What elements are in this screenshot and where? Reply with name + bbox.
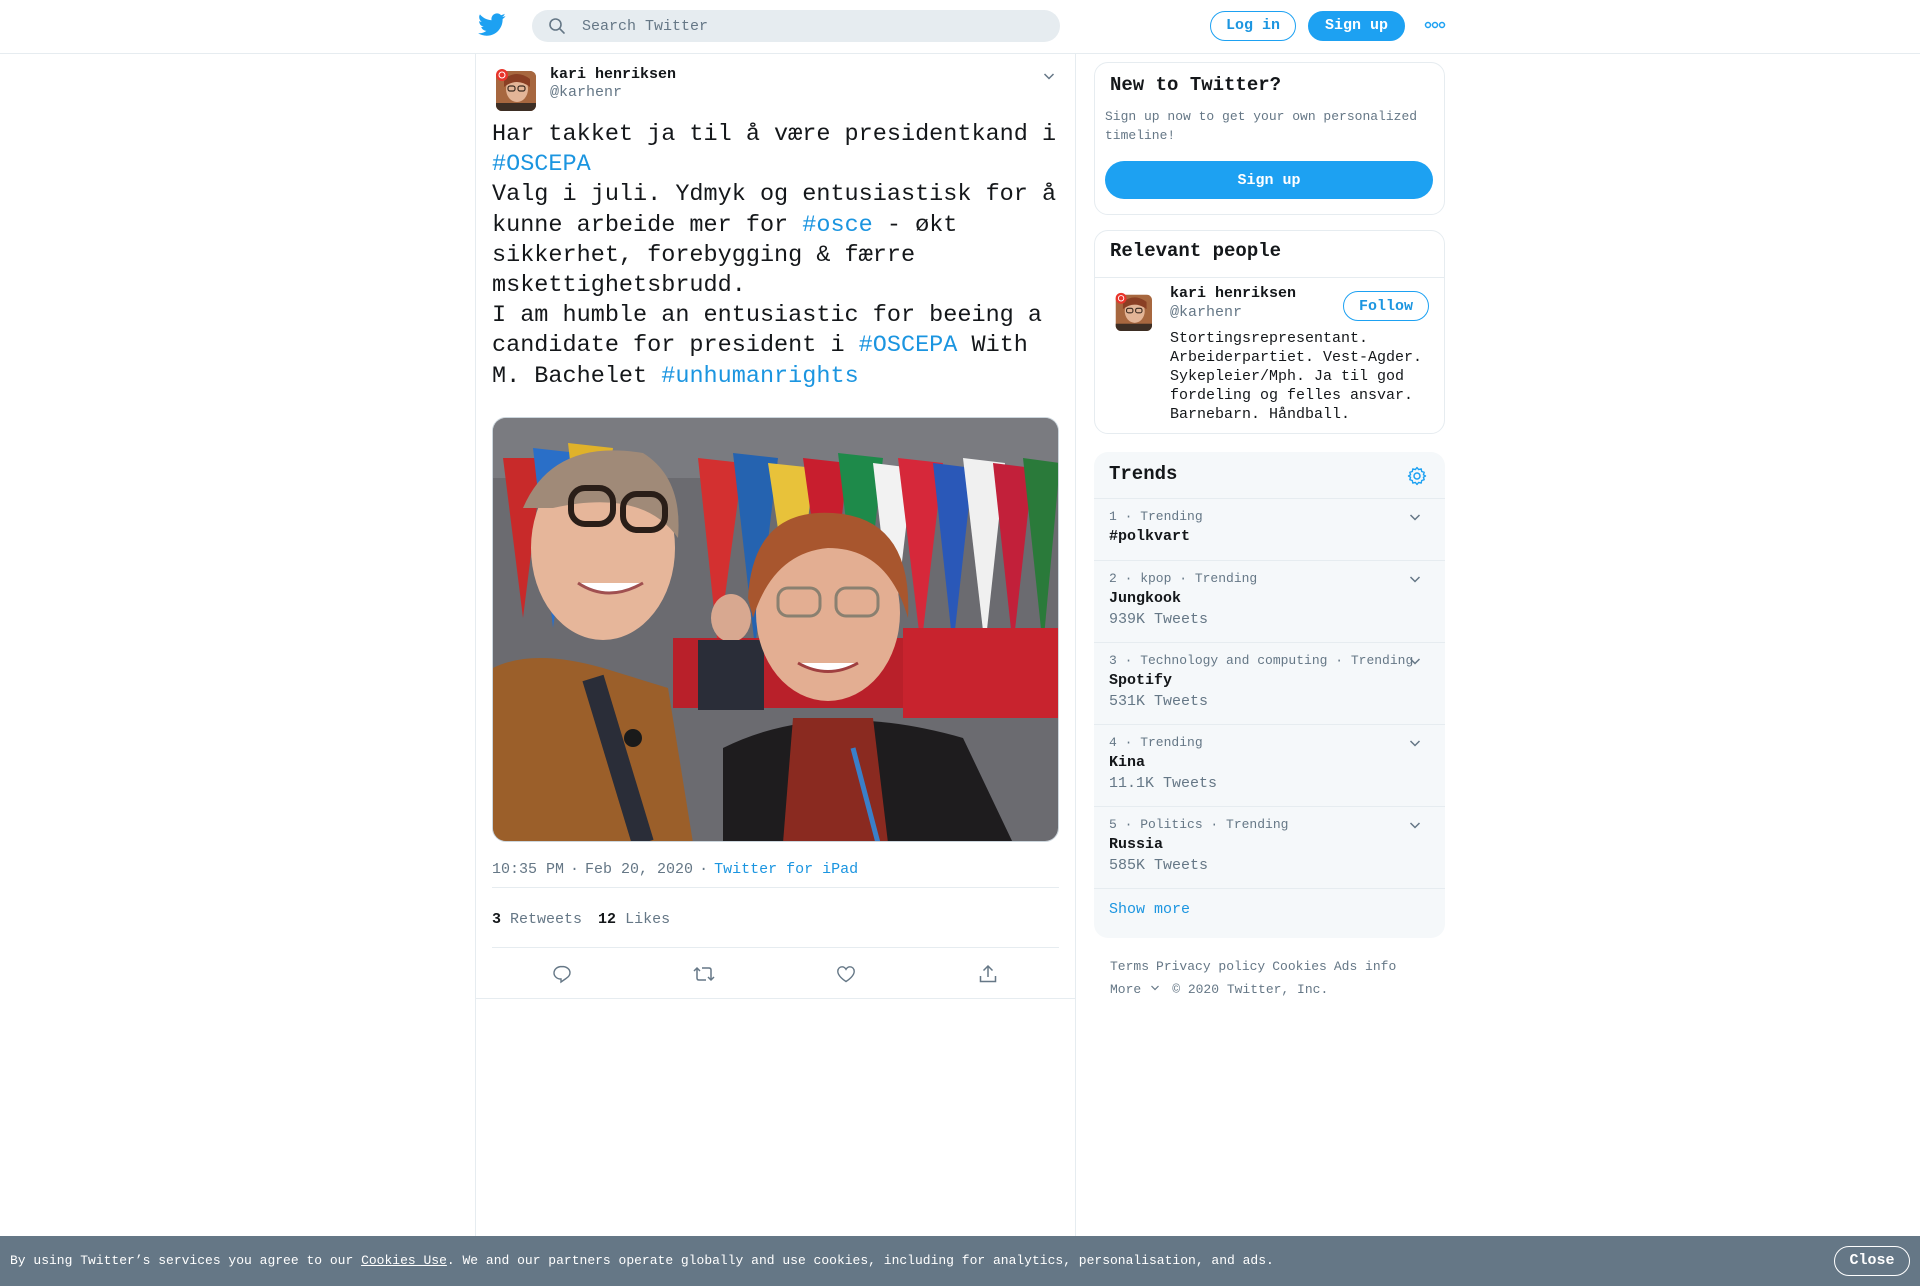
card-description: Sign up now to get your own personalized… <box>1105 109 1418 143</box>
footer-link-privacy[interactable]: Privacy policy <box>1156 959 1265 974</box>
person-bio: Stortingsrepresentant. Arbeiderpartiet. … <box>1170 330 1423 423</box>
trend-context: 4 · Trending <box>1109 735 1203 750</box>
trend-name: #polkvart <box>1109 528 1191 545</box>
trend-context: 1 · Trending <box>1109 509 1203 524</box>
chevron-down-icon[interactable] <box>1408 572 1422 586</box>
tweet-source-link[interactable]: Twitter for iPad <box>714 861 858 878</box>
signup-button[interactable]: Sign up <box>1308 11 1405 41</box>
person-handle[interactable]: @karhenr <box>1170 304 1242 321</box>
likes-stat[interactable]: 12 Likes <box>598 911 670 928</box>
tweet: kari henriksen @karhenr Har takket ja ti… <box>476 53 1075 999</box>
card-title: New to Twitter? <box>1110 74 1282 96</box>
new-to-twitter-card: New to Twitter? Sign up now to get your … <box>1094 62 1445 215</box>
relevant-people-card: Relevant people kari henriksen @karhenr … <box>1094 230 1445 434</box>
footer-link-terms[interactable]: Terms <box>1110 959 1149 974</box>
search-input[interactable] <box>580 16 1024 36</box>
cookie-banner: By using Twitter’s services you agree to… <box>0 1236 1920 1286</box>
retweet-button[interactable] <box>692 962 716 986</box>
hashtag-link[interactable]: #osce <box>802 212 873 239</box>
search-icon <box>548 17 566 35</box>
hashtag-link[interactable]: #unhumanrights <box>661 363 858 390</box>
trends-card: Trends 1 · Trending #polkvart 2 · kpop ·… <box>1094 452 1445 938</box>
trend-item[interactable]: 1 · Trending #polkvart <box>1094 498 1445 561</box>
like-button[interactable] <box>834 962 858 986</box>
photo-illustration <box>493 418 1058 841</box>
top-nav-bar: Log in Sign up <box>0 0 1920 54</box>
chevron-down-icon[interactable] <box>1042 69 1056 83</box>
chevron-down-icon[interactable] <box>1408 736 1422 750</box>
chevron-down-icon[interactable] <box>1408 818 1422 832</box>
chevron-down-icon[interactable] <box>1408 510 1422 524</box>
footer-link-ads-info[interactable]: Ads info <box>1334 959 1396 974</box>
trend-item[interactable]: 4 · Trending Kina 11.1K Tweets <box>1094 724 1445 807</box>
hashtag-link[interactable]: #OSCEPA <box>859 332 958 359</box>
trend-count: 939K Tweets <box>1109 611 1209 628</box>
footer-more-button[interactable]: More <box>1110 982 1160 997</box>
trend-item[interactable]: 2 · kpop · Trending Jungkook 939K Tweets <box>1094 560 1445 643</box>
main-column: kari henriksen @karhenr Har takket ja ti… <box>475 53 1076 1236</box>
like-icon <box>837 966 855 983</box>
footer-link-cookies[interactable]: Cookies <box>1272 959 1327 974</box>
divider <box>1094 888 1445 889</box>
tweet-text: Har takket ja til å være presidentkand i… <box>492 121 1071 390</box>
card-title: Trends <box>1109 463 1178 485</box>
hashtag-link[interactable]: #OSCEPA <box>492 151 591 178</box>
tweet-photo[interactable] <box>492 417 1059 842</box>
trend-count: 585K Tweets <box>1109 857 1209 874</box>
trend-context: 2 · kpop · Trending <box>1109 571 1258 586</box>
twitter-logo-icon[interactable] <box>478 13 506 37</box>
trend-name: Spotify <box>1109 672 1173 689</box>
tweet-stats: 3 Retweets 12 Likes <box>492 911 670 928</box>
footer: Terms Privacy policy Cookies Ads info More ©… <box>1110 955 1450 1001</box>
cookies-use-link[interactable]: Cookies Use <box>361 1253 447 1268</box>
trend-context: 3 · Technology and computing · Trending <box>1109 653 1414 668</box>
divider <box>1095 277 1444 278</box>
settings-gear-icon[interactable] <box>1407 466 1427 486</box>
trend-count: 11.1K Tweets <box>1109 775 1218 792</box>
login-button[interactable]: Log in <box>1210 11 1296 41</box>
trend-item[interactable]: 5 · Politics · Trending Russia 585K Twee… <box>1094 806 1445 889</box>
tweet-meta: 10:35 PM · Feb 20, 2020 · Twitter for iPad <box>492 861 859 878</box>
retweet-icon <box>693 966 715 982</box>
follow-button[interactable]: Follow <box>1343 291 1429 321</box>
person-avatar[interactable] <box>1112 291 1152 331</box>
author-avatar[interactable] <box>492 67 536 111</box>
trend-name: Russia <box>1109 836 1164 853</box>
reply-icon <box>553 965 571 984</box>
author-name[interactable]: kari henriksen <box>550 66 676 83</box>
trend-name: Jungkook <box>1109 590 1182 607</box>
copyright: © 2020 Twitter, Inc. <box>1172 982 1329 997</box>
trend-name: Kina <box>1109 754 1146 771</box>
sidebar-signup-button[interactable]: Sign up <box>1105 161 1433 199</box>
author-handle[interactable]: @karhenr <box>550 84 622 101</box>
trend-count: 531K Tweets <box>1109 693 1209 710</box>
trend-item[interactable]: 3 · Technology and computing · Trending … <box>1094 642 1445 725</box>
card-title: Relevant people <box>1110 240 1282 262</box>
tweet-time: 10:35 PM <box>492 861 565 878</box>
search-box[interactable] <box>532 10 1060 42</box>
share-icon <box>979 964 997 983</box>
reply-button[interactable] <box>550 962 574 986</box>
chevron-down-icon <box>1151 985 1160 991</box>
retweets-stat[interactable]: 3 Retweets <box>492 911 582 928</box>
person-name[interactable]: kari henriksen <box>1170 285 1296 302</box>
tweet-date[interactable]: Feb 20, 2020 <box>585 861 693 878</box>
divider <box>492 887 1059 888</box>
close-button[interactable]: Close <box>1834 1246 1910 1276</box>
more-dots-icon[interactable] <box>1424 18 1446 32</box>
share-button[interactable] <box>976 962 1000 986</box>
chevron-down-icon[interactable] <box>1408 654 1422 668</box>
cookie-text: By using Twitter’s services you agree to… <box>10 1253 1274 1268</box>
show-more-link[interactable]: Show more <box>1109 901 1190 918</box>
trend-context: 5 · Politics · Trending <box>1109 817 1289 832</box>
divider <box>492 947 1059 948</box>
